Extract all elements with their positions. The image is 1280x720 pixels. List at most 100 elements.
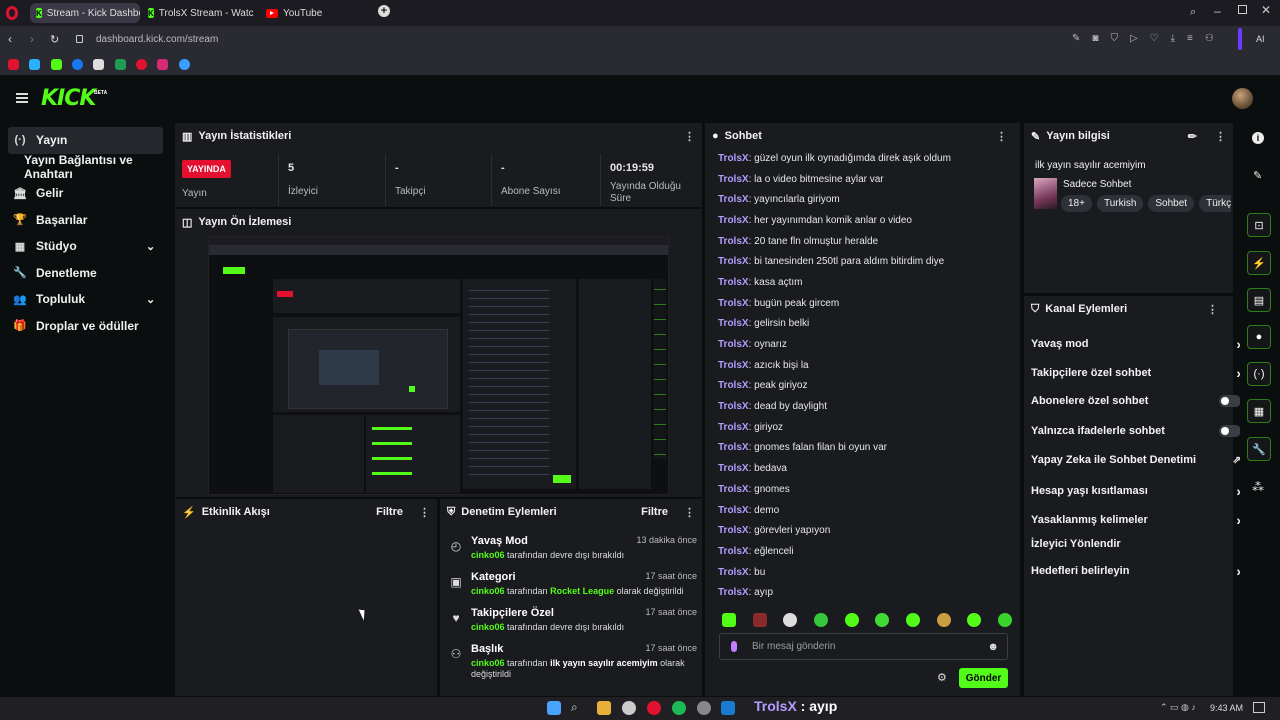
app-icon[interactable] xyxy=(721,701,735,715)
bookmark-icon[interactable] xyxy=(157,59,169,70)
chat-username[interactable]: TrolsX xyxy=(718,215,749,226)
emote-icon[interactable] xyxy=(783,613,798,627)
bookmark-icon[interactable] xyxy=(50,59,62,70)
sidebar-item-stream-key[interactable]: Yayın Bağlantısı ve Anahtarı xyxy=(0,153,172,181)
stream-preview-video[interactable] xyxy=(208,236,669,495)
chevron-down-icon[interactable]: ⌄ xyxy=(146,293,155,306)
spotify-icon[interactable] xyxy=(672,701,686,715)
tab-youtube[interactable]: YouTube xyxy=(260,3,370,23)
more-options-icon[interactable]: ⋮ xyxy=(996,130,1007,143)
emote-icon[interactable] xyxy=(936,613,951,627)
chat-input[interactable]: Bir mesaj gönderin ☻ xyxy=(719,633,1008,660)
sidebar-item-droplar[interactable]: 🎁 Droplar ve ödüller xyxy=(0,313,172,340)
wrench-icon[interactable]: 🔧 xyxy=(1247,437,1271,461)
bookmark-icon[interactable] xyxy=(178,59,190,70)
search-tabs-icon[interactable]: ⌕ xyxy=(1190,6,1196,19)
bookmark-icon[interactable] xyxy=(8,59,19,70)
menu-icon[interactable]: ≡ xyxy=(1187,33,1193,44)
channel-action-ai-moderation[interactable]: Yapay Zeka ile Sohbet Denetimi ⇗ xyxy=(1031,454,1241,466)
edit-icon[interactable]: ✏ xyxy=(1188,130,1197,143)
document-icon[interactable]: ▤ xyxy=(1247,288,1271,312)
sidebar-item-studyo[interactable]: ▦ Stüdyo ⌄ xyxy=(0,233,172,260)
avatar[interactable] xyxy=(1232,88,1253,109)
more-options-icon[interactable]: ⋮ xyxy=(1207,303,1218,316)
clock[interactable]: 9:43 AM xyxy=(1210,703,1243,713)
tag-pill[interactable]: 18+ xyxy=(1061,195,1092,212)
chat-username[interactable]: TrolsX xyxy=(718,442,749,453)
more-options-icon[interactable]: ⋮ xyxy=(1215,130,1226,143)
camera-icon[interactable]: ◙ xyxy=(1092,33,1098,44)
chat-username[interactable]: TrolsX xyxy=(718,153,749,164)
category-name[interactable]: Sadece Sohbet xyxy=(1063,179,1131,190)
chat-username[interactable]: TrolsX xyxy=(718,236,749,247)
url-field[interactable]: dashboard.kick.com/stream xyxy=(96,34,218,45)
more-options-icon[interactable]: ⋮ xyxy=(684,506,695,519)
opera-taskbar-icon[interactable] xyxy=(647,701,661,715)
sidebar-item-topluluk[interactable]: 👥 Topluluk ⌄ xyxy=(0,286,172,313)
hamburger-menu-icon[interactable] xyxy=(16,93,28,95)
lightning-icon[interactable]: ⚡ xyxy=(1247,251,1271,275)
info-circle-icon[interactable]: i xyxy=(1252,132,1264,144)
reload-icon[interactable]: ↻ xyxy=(50,33,59,46)
emote-icon[interactable] xyxy=(905,613,920,627)
camera-focus-icon[interactable]: ⊡ xyxy=(1247,213,1271,237)
bookmark-icon[interactable] xyxy=(29,59,41,70)
bookmark-icon[interactable] xyxy=(114,59,126,70)
sidebar-item-gelir[interactable]: 🏛 Gelir xyxy=(0,180,172,207)
mod-user[interactable]: cinko06 xyxy=(471,550,505,560)
maximize-button[interactable] xyxy=(1238,5,1247,14)
tab-trolsx-stream[interactable]: K TrolsX Stream - Watch Liv xyxy=(142,3,254,23)
shield-icon[interactable]: ⛉ xyxy=(1110,33,1118,44)
channel-action-goals[interactable]: Hedefleri belirleyin › xyxy=(1031,563,1241,579)
channel-action-account-age[interactable]: Hesap yaşı kısıtlaması › xyxy=(1031,483,1241,499)
emote-only-toggle[interactable] xyxy=(1219,425,1241,437)
chat-username[interactable]: TrolsX xyxy=(718,339,749,350)
download-icon[interactable]: ⤓ xyxy=(1171,33,1175,44)
start-icon[interactable] xyxy=(547,701,561,715)
chat-username[interactable]: TrolsX xyxy=(718,256,749,267)
minimize-button[interactable]: – xyxy=(1214,4,1221,18)
tray-icons[interactable]: ⌃ ▭ ◍ ♪ xyxy=(1160,702,1196,713)
chat-username[interactable]: TrolsX xyxy=(718,587,749,598)
chat-username[interactable]: TrolsX xyxy=(718,401,749,412)
chat-username[interactable]: TrolsX xyxy=(718,546,749,557)
explorer-icon[interactable] xyxy=(597,701,611,715)
send-button[interactable]: Gönder xyxy=(959,668,1008,688)
chat-bubble-icon[interactable]: ● xyxy=(1247,325,1271,349)
chat-username[interactable]: TrolsX xyxy=(718,194,749,205)
emote-icon[interactable] xyxy=(844,613,859,627)
chat-username[interactable]: TrolsX xyxy=(718,298,749,309)
channel-action-slow-mode[interactable]: Yavaş mod › xyxy=(1031,336,1241,352)
microphone-icon[interactable] xyxy=(731,641,737,652)
emote-icon[interactable] xyxy=(752,613,767,627)
tag-pill[interactable]: Türkçe xyxy=(1199,195,1231,212)
ai-button[interactable]: AI xyxy=(1256,34,1265,44)
mod-user[interactable]: cinko06 xyxy=(471,658,505,668)
chat-username[interactable]: TrolsX xyxy=(718,360,749,371)
category-thumbnail[interactable] xyxy=(1034,178,1057,209)
emote-icon[interactable] xyxy=(722,613,736,627)
broadcast-icon[interactable]: (·) xyxy=(1247,362,1271,386)
forward-arrow-icon[interactable]: › xyxy=(30,32,34,46)
emoji-icon[interactable]: ☻ xyxy=(987,641,999,653)
add-widget-icon[interactable]: ⁂ xyxy=(1252,480,1264,494)
mod-user[interactable]: cinko06 xyxy=(471,586,505,596)
filter-button[interactable]: Filtre xyxy=(376,506,403,518)
search-icon[interactable]: ⌕ xyxy=(571,700,578,715)
more-options-icon[interactable]: ⋮ xyxy=(684,130,695,143)
more-options-icon[interactable]: ⋮ xyxy=(419,506,430,519)
close-window-button[interactable]: ✕ xyxy=(1261,3,1271,17)
chat-username[interactable]: TrolsX xyxy=(718,484,749,495)
tag-pill[interactable]: Turkish xyxy=(1096,195,1144,212)
chat-username[interactable]: TrolsX xyxy=(718,525,749,536)
edit-icon[interactable]: ✎ xyxy=(1072,33,1080,44)
stack-icon[interactable]: ▦ xyxy=(1247,399,1271,423)
emote-icon[interactable] xyxy=(967,613,982,627)
subs-only-toggle[interactable] xyxy=(1219,395,1241,407)
chat-settings-gear-icon[interactable]: ⚙ xyxy=(937,671,947,684)
pencil-icon[interactable]: ✎ xyxy=(1253,169,1262,182)
emote-icon[interactable] xyxy=(997,613,1012,627)
emote-icon[interactable] xyxy=(813,613,828,627)
sidebar-item-denetleme[interactable]: 🔧 Denetleme xyxy=(0,260,172,287)
kick-logo[interactable]: KICK xyxy=(41,86,96,111)
